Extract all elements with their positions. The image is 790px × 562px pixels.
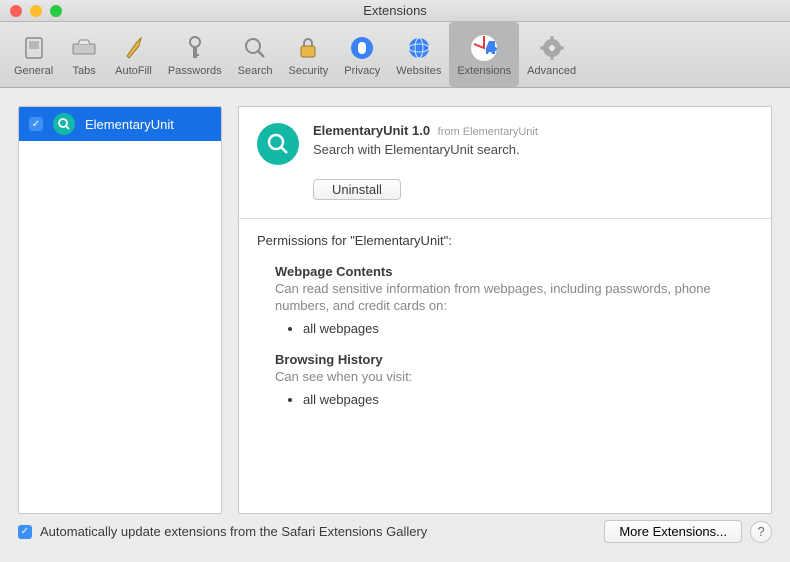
- tab-label: Security: [288, 65, 328, 77]
- tab-label: Extensions: [457, 65, 511, 77]
- privacy-icon: [347, 33, 377, 63]
- uninstall-button[interactable]: Uninstall: [313, 179, 401, 200]
- extension-detail: ElementaryUnit 1.0 from ElementaryUnit S…: [238, 106, 772, 514]
- tabs-icon: [69, 33, 99, 63]
- tab-label: General: [14, 65, 53, 77]
- tab-label: Advanced: [527, 65, 576, 77]
- passwords-icon: [180, 33, 210, 63]
- extension-enabled-checkbox[interactable]: ✓: [29, 117, 43, 131]
- sidebar-item-label: ElementaryUnit: [85, 117, 174, 132]
- minimize-icon[interactable]: [30, 5, 42, 17]
- tab-label: AutoFill: [115, 65, 152, 77]
- autofill-icon: [118, 33, 148, 63]
- tab-security[interactable]: Security: [280, 22, 336, 87]
- tab-label: Search: [238, 65, 273, 77]
- auto-update-label: Automatically update extensions from the…: [40, 524, 596, 539]
- extension-from: from ElementaryUnit: [438, 126, 538, 138]
- preferences-toolbar: General Tabs AutoFill Passwords Search S…: [0, 22, 790, 88]
- permission-description: Can see when you visit:: [275, 369, 753, 386]
- tab-label: Privacy: [344, 65, 380, 77]
- extension-description: Search with ElementaryUnit search.: [313, 142, 538, 157]
- tab-label: Passwords: [168, 65, 222, 77]
- extension-icon: [53, 113, 75, 135]
- tab-advanced[interactable]: Advanced: [519, 22, 584, 87]
- tab-search[interactable]: Search: [230, 22, 281, 87]
- sidebar-item-elementaryunit[interactable]: ✓ ElementaryUnit: [19, 107, 221, 141]
- titlebar: Extensions: [0, 0, 790, 22]
- window-title: Extensions: [0, 3, 790, 18]
- permission-item: all webpages: [303, 392, 753, 407]
- footer: ✓ Automatically update extensions from t…: [0, 516, 790, 555]
- search-icon: [240, 33, 270, 63]
- tab-privacy[interactable]: Privacy: [336, 22, 388, 87]
- more-extensions-button[interactable]: More Extensions...: [604, 520, 742, 543]
- general-icon: [19, 33, 49, 63]
- advanced-icon: [537, 33, 567, 63]
- permission-heading: Webpage Contents: [275, 264, 753, 279]
- traffic-lights: [0, 5, 62, 17]
- detail-header: ElementaryUnit 1.0 from ElementaryUnit S…: [257, 123, 753, 165]
- tab-passwords[interactable]: Passwords: [160, 22, 230, 87]
- content-area: ✓ ElementaryUnit ElementaryUnit 1.0 from…: [0, 88, 790, 516]
- tab-label: Tabs: [73, 65, 96, 77]
- divider: [239, 218, 771, 219]
- extensions-icon: [469, 33, 499, 63]
- auto-update-checkbox[interactable]: ✓: [18, 525, 32, 539]
- permission-heading: Browsing History: [275, 352, 753, 367]
- permission-description: Can read sensitive information from webp…: [275, 281, 753, 315]
- tab-websites[interactable]: Websites: [388, 22, 449, 87]
- tab-label: Websites: [396, 65, 441, 77]
- extension-icon: [257, 123, 299, 165]
- extensions-sidebar: ✓ ElementaryUnit: [18, 106, 222, 514]
- tab-tabs[interactable]: Tabs: [61, 22, 107, 87]
- tab-extensions[interactable]: Extensions: [449, 22, 519, 87]
- permissions-title: Permissions for "ElementaryUnit":: [257, 233, 753, 248]
- maximize-icon[interactable]: [50, 5, 62, 17]
- close-icon[interactable]: [10, 5, 22, 17]
- help-button[interactable]: ?: [750, 521, 772, 543]
- permission-webpage-contents: Webpage Contents Can read sensitive info…: [275, 264, 753, 336]
- permission-item: all webpages: [303, 321, 753, 336]
- extension-title: ElementaryUnit 1.0: [313, 123, 430, 138]
- security-icon: [293, 33, 323, 63]
- tab-general[interactable]: General: [6, 22, 61, 87]
- tab-autofill[interactable]: AutoFill: [107, 22, 160, 87]
- websites-icon: [404, 33, 434, 63]
- permission-browsing-history: Browsing History Can see when you visit:…: [275, 352, 753, 407]
